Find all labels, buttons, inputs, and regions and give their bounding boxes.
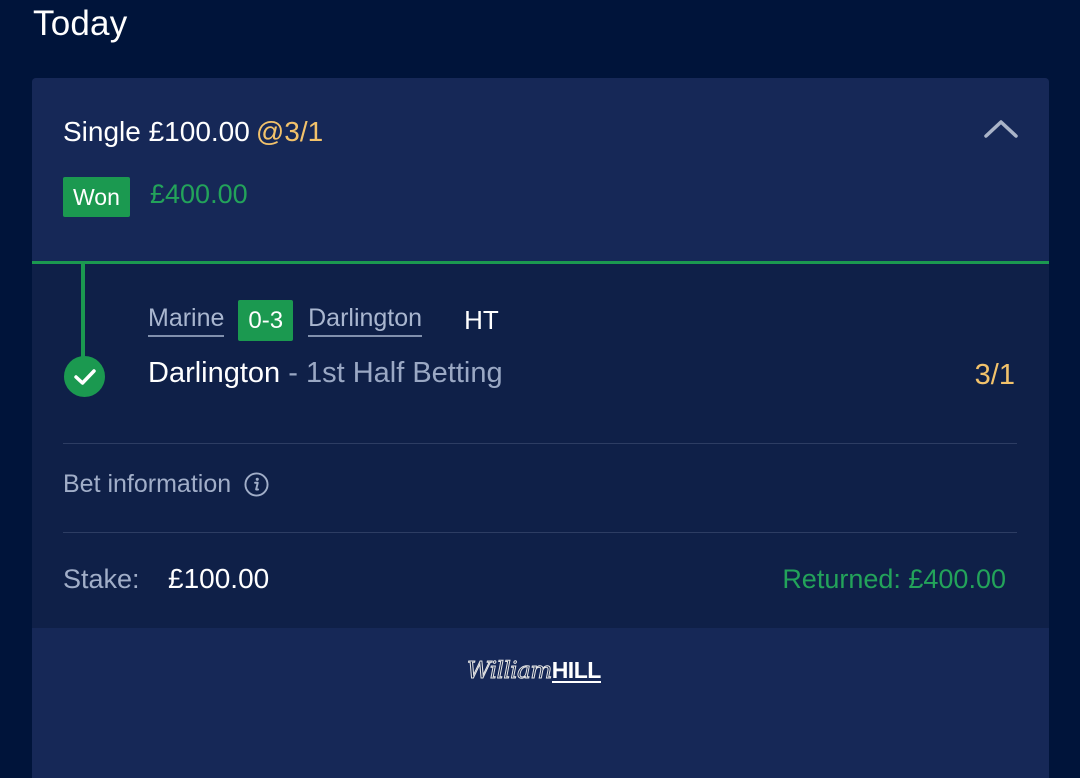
timeline-line [81,264,85,360]
selection-name: Darlington [148,357,281,389]
divider [63,443,1017,444]
score-badge: 0-3 [238,299,294,341]
winnings-amount: £400.00 [150,179,248,209]
check-icon [64,356,105,397]
match-status: HT [464,304,499,335]
divider [63,532,1017,533]
page-title: Today [33,4,128,43]
chevron-up-icon[interactable] [981,114,1021,144]
bet-type-stake: Single £100.00 [63,116,250,147]
selection-market: 1st Half Betting [305,357,503,389]
bet-odds: @3/1 [255,116,324,147]
selection: Darlington - 1st Half Betting [148,357,503,390]
bet-information-label: Bet information [63,470,232,498]
returned-amount: Returned: £400.00 [782,564,1006,594]
stake-value: £100.00 [168,563,270,594]
match-row: Marine 0-3 Darlington HT [148,299,499,341]
bet-information-button[interactable]: Bet information [63,470,269,499]
william-hill-logo: William HILL [467,657,602,685]
logo-bold: HILL [551,657,601,683]
selection-odds: 3/1 [974,359,1015,391]
bet-card: Single £100.00 @3/1 Won £400.00 Marine 0-… [32,78,1049,778]
bet-card-header[interactable]: Single £100.00 @3/1 Won £400.00 [32,78,1049,264]
status-badge: Won [63,177,130,217]
info-icon[interactable] [244,472,269,497]
home-team-link[interactable]: Marine [148,304,225,337]
selection-separator: - [280,357,306,389]
card-footer: William HILL [32,628,1049,778]
stake-label: Stake: [63,564,140,594]
bet-title: Single £100.00 @3/1 [63,116,323,148]
logo-script: William [467,658,553,685]
away-team-link[interactable]: Darlington [308,304,423,337]
